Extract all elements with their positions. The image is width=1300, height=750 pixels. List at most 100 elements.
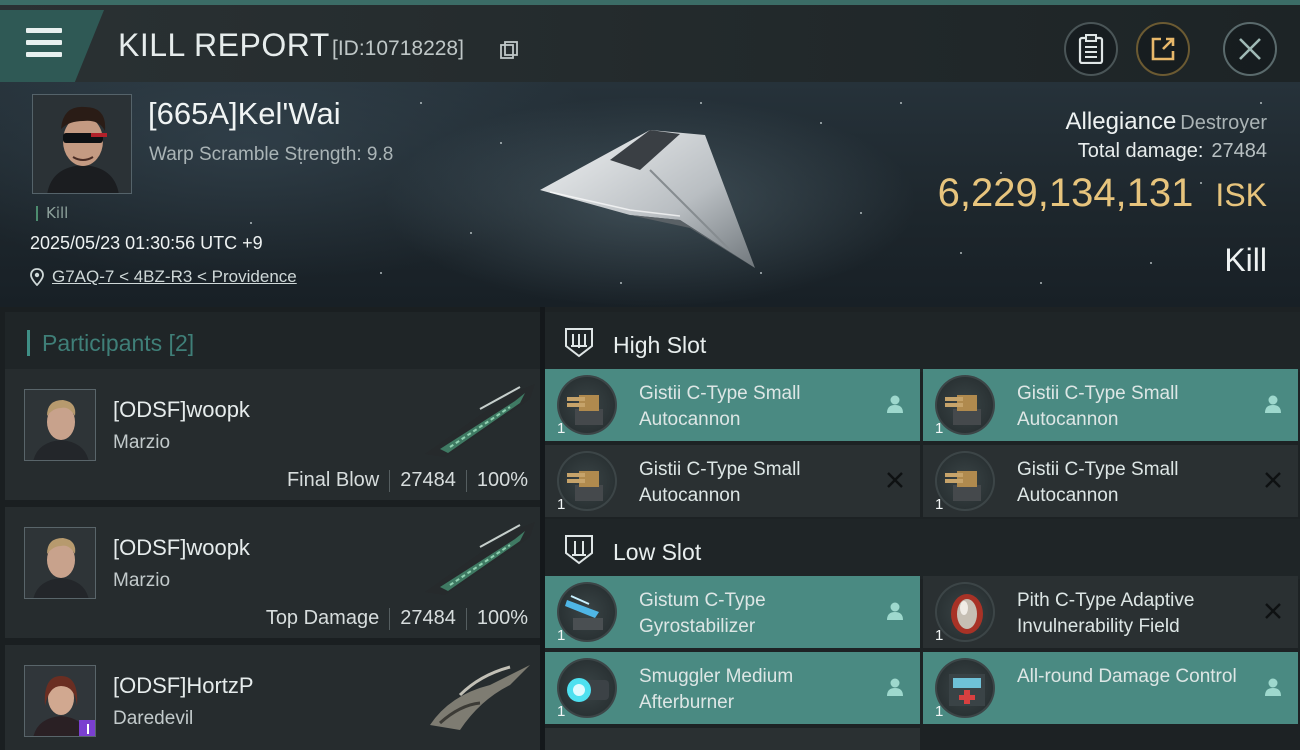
close-button[interactable] (1223, 22, 1277, 76)
module-name: Gistum C-Type Gyrostabilizer (639, 590, 766, 637)
module-name: Gistii C-Type Small Autocannon (1017, 383, 1179, 430)
star (1040, 282, 1042, 284)
module-item[interactable]: 1 Gistii C-Type Small Autocannon (545, 369, 920, 441)
allegiance-label: Allegiance (1065, 108, 1177, 135)
participants-header: Participants [2] (5, 312, 540, 372)
location-link[interactable]: G7AQ-7 < 4BZ-R3 < Providence (52, 267, 297, 287)
result-label: Kill (1224, 242, 1267, 278)
damage-control-icon (935, 658, 995, 718)
module-name: Gistii C-Type Small Autocannon (639, 459, 801, 506)
module-item[interactable]: 1 Gistum C-Type Gyrostabilizer (545, 576, 920, 648)
participant-percent: 100% (476, 469, 528, 491)
high-slot-header: High Slot (545, 312, 1300, 372)
module-item[interactable]: 1 Pith C-Type Adaptive Invulnerability F… (923, 576, 1298, 648)
star (250, 222, 252, 224)
clipboard-button[interactable] (1064, 22, 1118, 76)
participant-percent: 100% (476, 607, 528, 629)
participant-name: [ODSF]HortzP (113, 673, 254, 698)
shield-field-icon (935, 582, 995, 642)
participant-ship-image (430, 665, 530, 730)
fitted-person-icon (887, 678, 903, 696)
autocannon-icon (935, 375, 995, 435)
total-damage: Total damage: 27484 (1078, 140, 1267, 163)
isk-value: 6,229,134,131 (937, 171, 1194, 215)
low-slot-icon (565, 535, 593, 565)
module-quantity: 1 (557, 703, 566, 720)
autocannon-icon (557, 451, 617, 511)
module-item[interactable]: 1 All-round Damage Control (923, 652, 1298, 724)
divider (389, 469, 391, 492)
module-name: Smuggler Medium Afterburner (639, 666, 794, 713)
pilot-portrait-icon (33, 95, 131, 193)
participant-avatar[interactable] (24, 389, 96, 461)
victim-name: [665A]Kel'Wai (148, 96, 341, 131)
module-quantity: 1 (557, 420, 566, 437)
module-item-partial[interactable] (545, 728, 920, 750)
kill-tag: Kill (36, 206, 68, 221)
header-bar: KILL REPORT [ID:10718228] (0, 0, 1300, 82)
isk-loss: 6,229,134,131 ISK (938, 171, 1267, 216)
participant-card[interactable]: [ODSF]woopk Marzio Final Blow 27484 100% (5, 369, 540, 503)
share-button[interactable] (1136, 22, 1190, 76)
module-quantity: 1 (935, 496, 944, 513)
participant-ship: Marzio (113, 432, 171, 453)
module-item[interactable]: 1 Gistii C-Type Small Autocannon (923, 445, 1298, 517)
menu-button[interactable] (0, 10, 104, 82)
participants-title: Participants [2] (27, 330, 194, 356)
participant-tag: Final Blow (286, 469, 380, 491)
fitted-person-icon (1265, 678, 1281, 696)
module-quantity: 1 (557, 627, 566, 644)
victim-ship-image (540, 130, 755, 268)
fitting-panel: High Slot 1 Gistii C-Type Small Autocann… (545, 307, 1300, 750)
allegiance: Allegiance Destroyer (1066, 108, 1267, 136)
module-item[interactable]: 1 Gistii C-Type Small Autocannon (545, 445, 920, 517)
kill-location[interactable]: G7AQ-7 < 4BZ-R3 < Providence (30, 267, 297, 287)
module-name: Pith C-Type Adaptive Invulnerability Fie… (1017, 590, 1195, 637)
participant-card[interactable]: [ODSF]woopk Marzio Top Damage 27484 100% (5, 507, 540, 641)
low-slot-header: Low Slot (545, 519, 1300, 579)
location-pin-icon (30, 268, 44, 286)
total-damage-value: 27484 (1211, 140, 1267, 162)
module-name: All-round Damage Control (1017, 666, 1237, 687)
star (500, 142, 502, 144)
star (420, 102, 422, 104)
participant-damage: 27484 (400, 469, 456, 491)
fitted-person-icon (887, 602, 903, 620)
module-quantity: 1 (935, 703, 944, 720)
divider (389, 607, 391, 630)
star (960, 252, 962, 254)
high-slot-icon (565, 328, 593, 358)
participant-ship-image (425, 522, 535, 595)
low-slot-label: Low Slot (613, 539, 702, 565)
participant-ship-image (425, 384, 535, 457)
afterburner-icon (557, 658, 617, 718)
report-id: [ID:10718228] (332, 37, 464, 60)
participant-stats: Top Damage 27484 100% (266, 607, 528, 630)
star (620, 282, 622, 284)
gyrostabilizer-icon (557, 582, 617, 642)
participant-stats: Final Blow 27484 100% (287, 469, 528, 492)
participant-avatar[interactable] (24, 665, 96, 737)
kill-datetime: 2025/05/23 01:30:56 UTC +9 (30, 233, 263, 253)
participant-name: [ODSF]woopk (113, 535, 250, 560)
isk-unit: ISK (1215, 177, 1267, 213)
module-quantity: 1 (557, 496, 566, 513)
star (380, 272, 382, 274)
module-item[interactable]: 1 Smuggler Medium Afterburner (545, 652, 920, 724)
victim-avatar[interactable] (32, 94, 132, 194)
total-damage-label: Total damage: (1077, 140, 1204, 162)
module-item[interactable]: 1 Gistii C-Type Small Autocannon (923, 369, 1298, 441)
participant-card[interactable]: [ODSF]HortzP Daredevil (5, 645, 540, 750)
participant-avatar[interactable] (24, 527, 96, 599)
participant-ship: Daredevil (113, 708, 194, 729)
allegiance-value: Destroyer (1180, 112, 1267, 134)
fitted-person-icon (887, 395, 903, 413)
pilot-portrait-icon (25, 528, 95, 598)
participant-name: [ODSF]woopk (113, 397, 250, 422)
destroyed-x-icon (1265, 603, 1281, 619)
autocannon-icon (557, 375, 617, 435)
star (470, 232, 472, 234)
copy-icon[interactable] (500, 41, 518, 59)
star (760, 272, 762, 274)
page-title: KILL REPORT (118, 27, 330, 63)
